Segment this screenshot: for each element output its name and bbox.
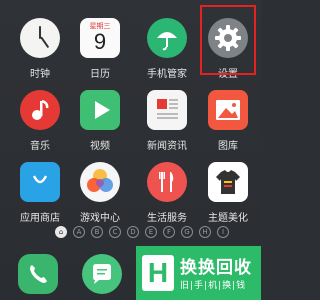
app-label: 手机管家 [147,69,187,80]
app-themes[interactable]: 主题美化 [196,162,260,224]
dock-phone-app[interactable] [18,254,58,294]
app-label: 图库 [218,141,238,152]
app-store[interactable]: 应用商店 [8,162,72,224]
app-label: 游戏中心 [80,213,120,224]
home-screen: 时钟 星期三 9 日历 手机管家 设置 音乐 视频 新闻资讯 图库 应用商店 游… [0,0,261,300]
app-label: 生活服务 [147,213,187,224]
app-music[interactable]: 音乐 [8,90,72,152]
calendar-icon: 星期三 9 [80,18,120,58]
app-label: 时钟 [30,69,50,80]
huanhuan-logo: H [142,255,174,291]
app-label: 日历 [90,69,110,80]
home-page-dot[interactable]: ⌂ [55,226,67,238]
page-dot[interactable]: B [91,226,103,238]
app-calendar[interactable]: 星期三 9 日历 [68,18,132,80]
dock-message-app[interactable] [82,254,122,294]
page-indicator: ⌂ A B C D E F G H I [55,226,229,238]
fork-knife-icon [147,162,187,202]
app-life-services[interactable]: 生活服务 [135,162,199,224]
calendar-day: 9 [93,29,107,54]
app-label: 新闻资讯 [147,141,187,152]
page-dot[interactable]: A [73,226,85,238]
app-label: 音乐 [30,141,50,152]
app-phone-manager[interactable]: 手机管家 [135,18,199,80]
play-icon [80,90,120,130]
phone-icon [30,265,47,283]
app-game-center[interactable]: 游戏中心 [68,162,132,224]
app-clock[interactable]: 时钟 [8,18,72,80]
page-dot[interactable]: C [109,226,121,238]
banner-title: 换换回收 [180,258,252,278]
app-label: 主题美化 [208,213,248,224]
app-gallery[interactable]: 图库 [196,90,260,152]
app-video[interactable]: 视频 [68,90,132,152]
settings-highlight-box [200,5,256,75]
shopping-bag-icon [20,162,60,202]
page-dot[interactable]: D [127,226,139,238]
banner-subtitle: 旧|手|机|换|钱 [180,281,247,291]
music-note-icon [20,90,60,130]
game-petals-icon [80,162,120,202]
page-dot[interactable]: I [217,226,229,238]
huanhuan-watermark-banner: H 换换回收 旧|手|机|换|钱 [136,246,261,300]
tshirt-icon [208,162,248,202]
page-dot[interactable]: E [145,226,157,238]
picture-icon [208,90,248,130]
page-dot[interactable]: H [199,226,211,238]
clock-icon [20,18,60,58]
app-label: 应用商店 [20,213,60,224]
app-label: 视频 [90,141,110,152]
page-dot[interactable]: F [163,226,175,238]
newspaper-icon [147,90,187,130]
shield-umbrella-icon [147,18,187,58]
page-dot[interactable]: G [181,226,193,238]
message-icon [93,264,111,284]
app-news[interactable]: 新闻资讯 [135,90,199,152]
